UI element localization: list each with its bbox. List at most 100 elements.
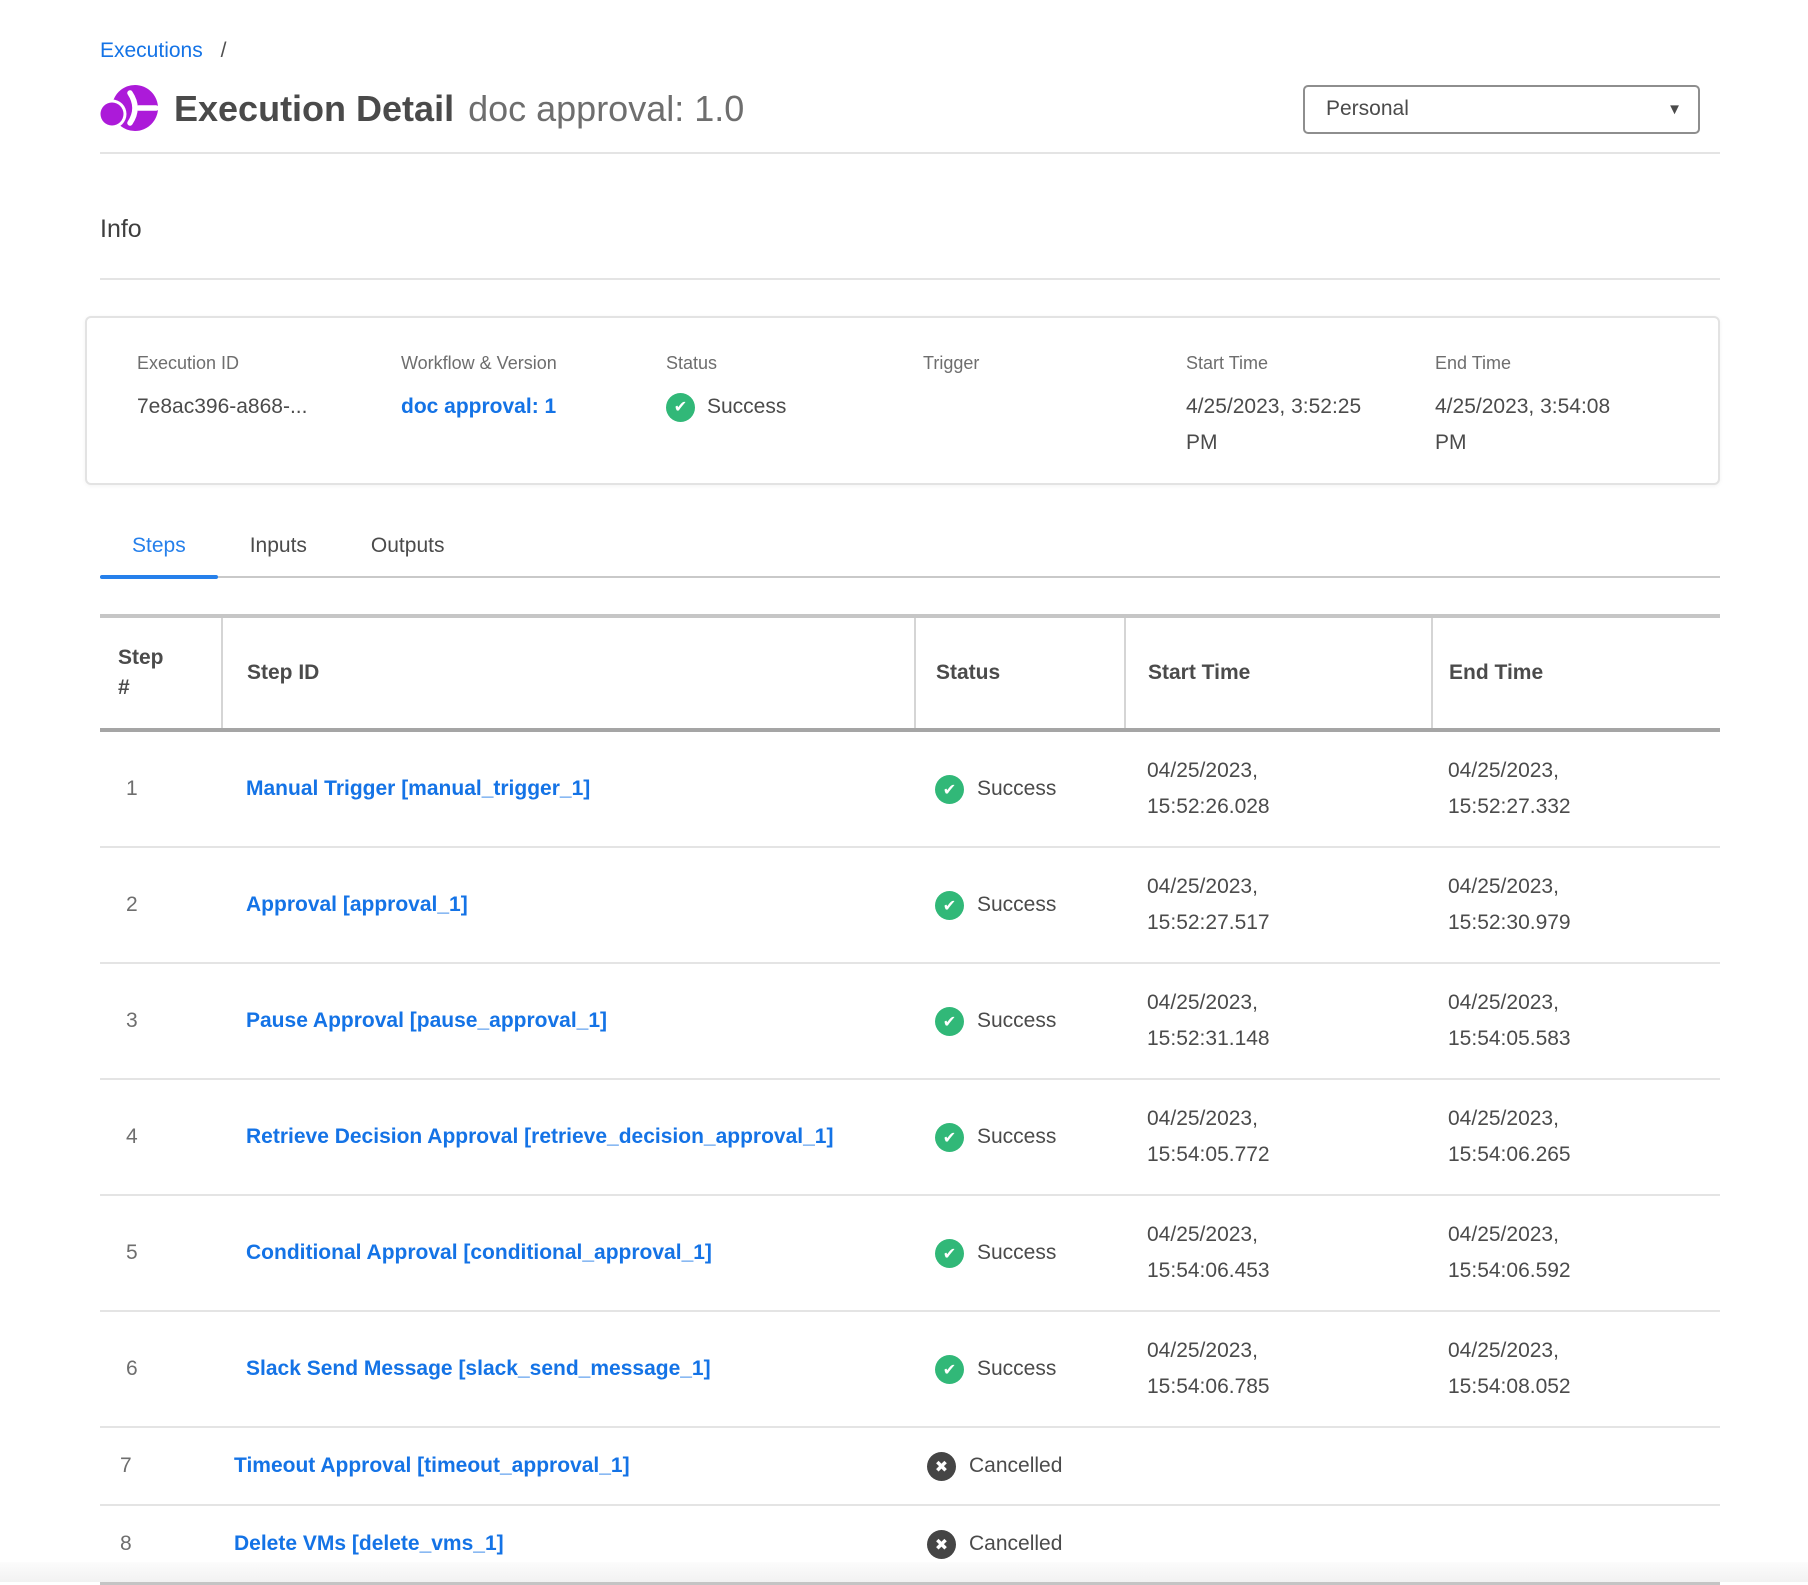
chevron-down-icon: ▼ [1667,101,1682,118]
step-number: 8 [112,1532,132,1556]
trigger-label: Trigger [923,352,1186,374]
info-field-workflow-version: Workflow & Version doc approval: 1 [401,352,666,483]
info-field-execution-id: Execution ID 7e8ac396-a868-... [137,352,401,483]
info-divider [100,278,1720,280]
tab-steps[interactable]: Steps [100,533,218,576]
column-header-end-time: End Time [1432,616,1720,730]
status-text: Cancelled [969,1454,1062,1478]
step-number: 6 [118,1357,138,1381]
breadcrumb: Executions / [100,38,1720,64]
info-field-status: Status ✔ Success [666,352,923,483]
execution-id-label: Execution ID [137,352,401,374]
status-badge: ✖ Cancelled [927,1530,1113,1559]
check-circle-icon: ✔ [666,393,695,422]
status-value-text: Success [707,389,786,425]
step-number: 3 [118,1009,138,1033]
step-start-time: 04/25/2023, 15:52:27.517 [1147,869,1299,941]
step-link[interactable]: Conditional Approval [conditional_approv… [246,1235,712,1271]
info-card: Execution ID 7e8ac396-a868-... Workflow … [85,316,1720,485]
page-header: Execution Detail doc approval: 1.0 Perso… [100,80,1720,138]
execution-detail-page: Executions / Execution Detail doc approv… [0,0,1808,1585]
breadcrumb-executions-link[interactable]: Executions [100,39,203,62]
page-subtitle: doc approval: 1.0 [468,88,744,130]
breadcrumb-separator: / [221,39,227,62]
table-row: 1 Manual Trigger [manual_trigger_1] ✔ Su… [100,730,1720,847]
end-time-value: 4/25/2023, 3:54:08 PM [1435,389,1627,461]
info-field-end-time: End Time 4/25/2023, 3:54:08 PM [1435,352,1688,483]
step-link[interactable]: Manual Trigger [manual_trigger_1] [246,771,590,807]
step-end-time: 04/25/2023, 15:52:30.979 [1448,869,1600,941]
status-badge: ✔ Success [935,1007,1113,1036]
info-section-heading: Info [100,214,1720,244]
footer-strip [0,1562,1808,1582]
table-row: 5 Conditional Approval [conditional_appr… [100,1195,1720,1311]
step-end-time: 04/25/2023, 15:52:27.332 [1448,753,1600,825]
step-end-time: 04/25/2023, 15:54:06.265 [1448,1101,1600,1173]
step-start-time: 04/25/2023, 15:54:06.785 [1147,1333,1299,1405]
status-badge: ✔ Success [935,775,1113,804]
table-row: 6 Slack Send Message [slack_send_message… [100,1311,1720,1427]
table-row: 3 Pause Approval [pause_approval_1] ✔ Su… [100,963,1720,1079]
table-row: 7 Timeout Approval [timeout_approval_1] … [100,1427,1720,1505]
column-header-start-time: Start Time [1125,616,1432,730]
start-time-label: Start Time [1186,352,1435,374]
tab-inputs[interactable]: Inputs [218,533,339,576]
status-badge: ✔ Success [666,389,923,425]
status-badge: ✔ Success [935,1355,1113,1384]
step-start-time: 04/25/2023, 15:54:05.772 [1147,1101,1299,1173]
step-end-time: 04/25/2023, 15:54:05.583 [1448,985,1600,1057]
column-header-step-number: Step # [118,643,176,703]
workflow-version-label: Workflow & Version [401,352,666,374]
step-number: 5 [118,1241,138,1265]
status-text: Success [977,1009,1056,1033]
status-badge: ✔ Success [935,1239,1113,1268]
status-badge: ✔ Success [935,891,1113,920]
workflow-branch-icon [100,80,158,138]
step-number: 7 [112,1454,132,1478]
status-badge: ✔ Success [935,1123,1113,1152]
step-link[interactable]: Slack Send Message [slack_send_message_1… [246,1351,711,1387]
steps-table: Step # Step ID Status Start Time End Tim… [100,614,1720,1585]
x-circle-icon: ✖ [927,1530,956,1559]
step-link[interactable]: Pause Approval [pause_approval_1] [246,1003,607,1039]
column-header-status: Status [915,616,1125,730]
status-text: Success [977,1357,1056,1381]
step-link[interactable]: Delete VMs [delete_vms_1] [234,1526,504,1562]
step-start-time: 04/25/2023, 15:52:26.028 [1147,753,1299,825]
workspace-dropdown[interactable]: Personal ▼ [1303,85,1700,134]
status-label: Status [666,352,923,374]
status-text: Success [977,777,1056,801]
tab-outputs[interactable]: Outputs [339,533,477,576]
check-circle-icon: ✔ [935,1123,964,1152]
step-link[interactable]: Approval [approval_1] [246,887,468,923]
steps-table-body: 1 Manual Trigger [manual_trigger_1] ✔ Su… [100,730,1720,1584]
check-circle-icon: ✔ [935,1239,964,1268]
execution-id-value: 7e8ac396-a868-... [137,389,401,425]
x-circle-icon: ✖ [927,1452,956,1481]
step-start-time: 04/25/2023, 15:52:31.148 [1147,985,1299,1057]
step-number: 4 [118,1125,138,1149]
header-divider [100,152,1720,154]
step-start-time: 04/25/2023, 15:54:06.453 [1147,1217,1299,1289]
column-header-step-id: Step ID [222,616,915,730]
tab-bar: Steps Inputs Outputs [100,533,1720,578]
status-text: Cancelled [969,1532,1062,1556]
status-text: Success [977,1125,1056,1149]
check-circle-icon: ✔ [935,891,964,920]
check-circle-icon: ✔ [935,1007,964,1036]
status-badge: ✖ Cancelled [927,1452,1113,1481]
check-circle-icon: ✔ [935,775,964,804]
workflow-version-link[interactable]: doc approval: 1 [401,395,556,418]
workspace-dropdown-value: Personal [1326,97,1409,121]
step-number: 1 [118,777,138,801]
step-link[interactable]: Retrieve Decision Approval [retrieve_dec… [246,1119,833,1155]
steps-table-header: Step # Step ID Status Start Time End Tim… [100,616,1720,730]
page-title: Execution Detail [174,88,454,130]
status-text: Success [977,1241,1056,1265]
step-link[interactable]: Timeout Approval [timeout_approval_1] [234,1448,630,1484]
table-row: 2 Approval [approval_1] ✔ Success 04/25/… [100,847,1720,963]
info-field-trigger: Trigger [923,352,1186,483]
step-end-time: 04/25/2023, 15:54:06.592 [1448,1217,1600,1289]
check-circle-icon: ✔ [935,1355,964,1384]
step-end-time: 04/25/2023, 15:54:08.052 [1448,1333,1600,1405]
